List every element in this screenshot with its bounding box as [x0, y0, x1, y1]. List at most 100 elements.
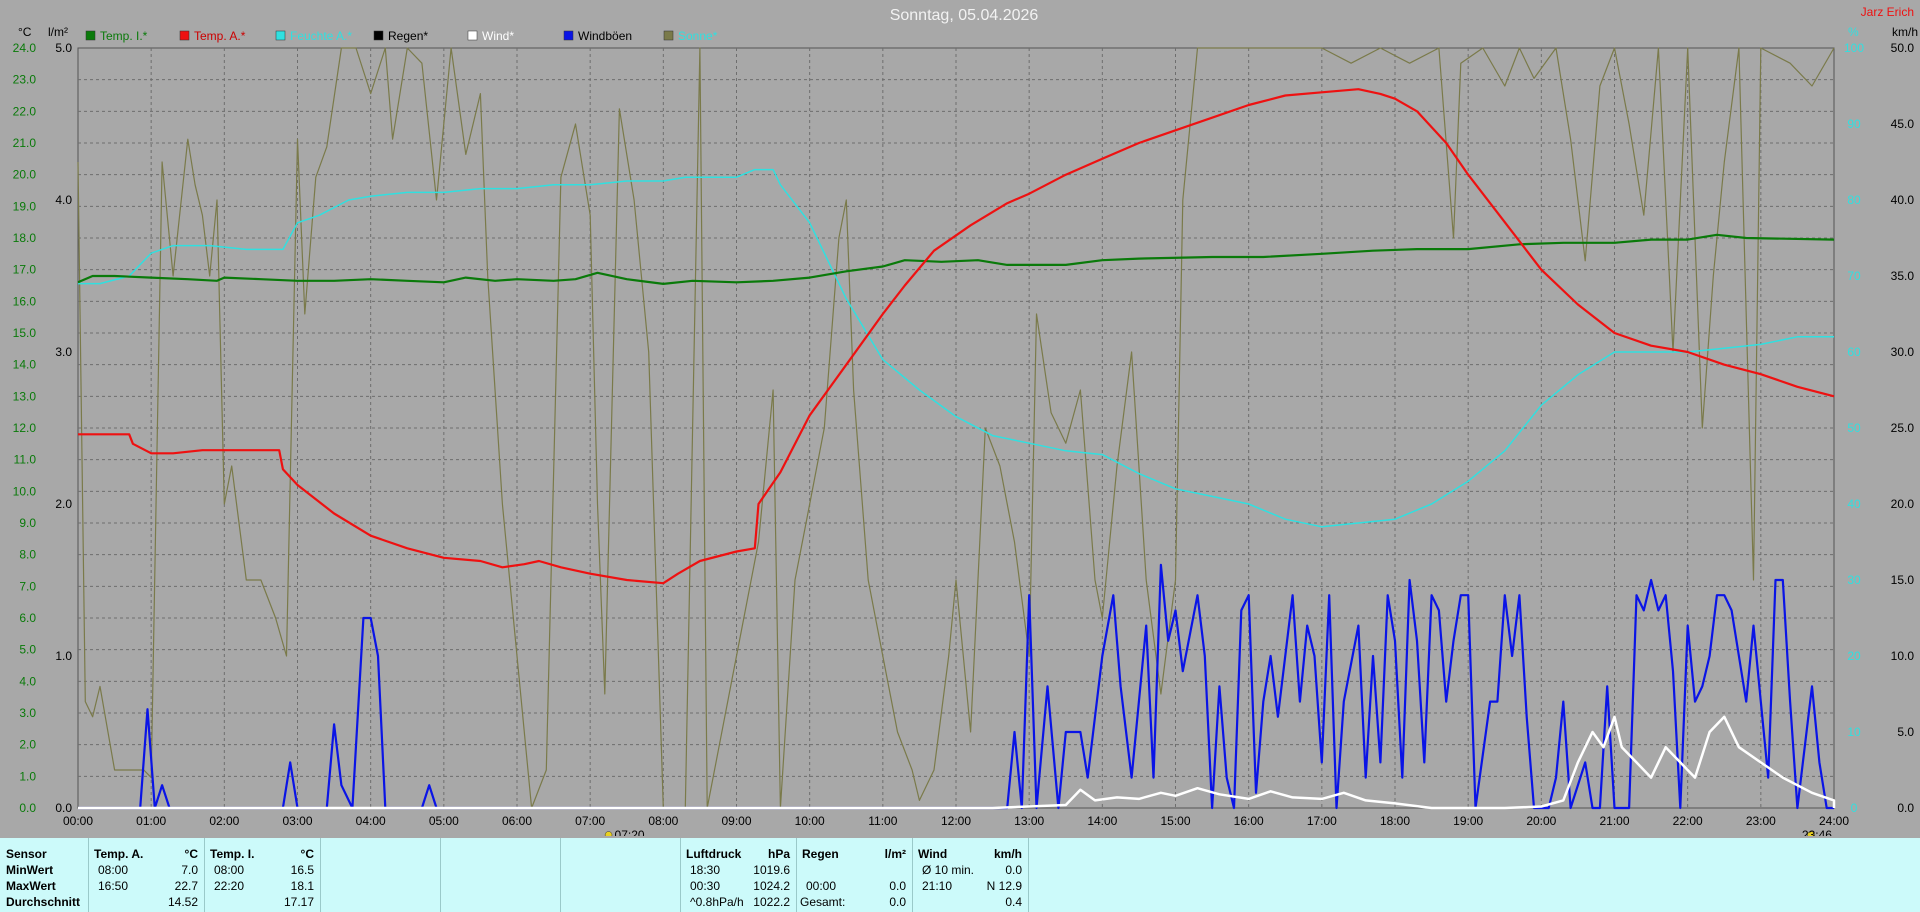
stats-time: Gesamt:: [800, 895, 846, 909]
x-tick-label: 18:00: [1380, 814, 1410, 828]
temp-tick-label: 7.0: [19, 579, 36, 593]
stats-empty-cell: [560, 838, 681, 912]
stats-value: N 12.9: [986, 879, 1022, 893]
stats-temp-a-cell: Temp. A. °C 08:00 7.0 16:50 22.7 14.52: [88, 838, 205, 912]
stats-wind-header: Wind km/h: [912, 846, 1028, 862]
stats-wind-min: Ø 10 min. 0.0: [912, 862, 1028, 878]
temp-tick-label: 5.0: [19, 643, 36, 657]
stats-sensor-cell: Sensor MinWert MaxWert Durchschnitt: [0, 838, 89, 912]
stats-value: 0.0: [889, 879, 906, 893]
x-tick-label: 17:00: [1307, 814, 1337, 828]
humidity-tick-label: 20: [1847, 649, 1861, 663]
stats-temp-a-max: 16:50 22.7: [88, 878, 204, 894]
wind-tick-label: 15.0: [1891, 573, 1915, 587]
stats-time: Ø 10 min.: [922, 863, 975, 877]
weather-chart: Sonntag, 05.04.2026 Jarz Erich °C l/m² %…: [0, 0, 1920, 836]
stats-value: 7.0: [181, 863, 198, 877]
stats-rain-title: Regen: [802, 847, 839, 861]
wind-tick-label: 40.0: [1891, 193, 1915, 207]
legend-swatch: [467, 30, 478, 41]
wind-tick-label: 25.0: [1891, 421, 1915, 435]
rain-tick-label: 0.0: [55, 801, 72, 815]
stats-value: 18.1: [290, 879, 314, 893]
stats-pressure-cell: Luftdruck hPa 18:30 1019.6 00:30 1024.2 ^0.…: [680, 838, 797, 912]
legend-label: Temp. A.*: [194, 29, 246, 43]
x-tick-label: 05:00: [429, 814, 459, 828]
legend-swatch: [275, 30, 286, 41]
legend-swatch: [373, 30, 384, 41]
x-tick-label: 03:00: [282, 814, 312, 828]
x-tick-label: 15:00: [1160, 814, 1190, 828]
x-tick-label: 21:00: [1599, 814, 1629, 828]
humidity-tick-label: 70: [1847, 269, 1861, 283]
legend-swatch: [563, 30, 574, 41]
humidity-tick-label: 100: [1844, 41, 1864, 55]
x-tick-label: 10:00: [795, 814, 825, 828]
stats-temp-a-avg: 14.52: [88, 894, 204, 910]
chart-title: Sonntag, 05.04.2026: [890, 7, 1039, 24]
x-tick-label: 16:00: [1234, 814, 1264, 828]
stats-value: 17.17: [283, 895, 314, 909]
stats-time: 22:20: [214, 879, 245, 893]
stats-rain-max: 00:00 0.0: [796, 878, 912, 894]
stats-table: Sensor MinWert MaxWert Durchschnitt Temp…: [0, 838, 1920, 912]
x-tick-label: 01:00: [136, 814, 166, 828]
x-tick-label: 22:00: [1673, 814, 1703, 828]
x-tick-label: 00:00: [63, 814, 93, 828]
temp-tick-label: 9.0: [19, 516, 36, 530]
rain-axis-unit: l/m²: [48, 25, 68, 39]
stats-temp-a-min: 08:00 7.0: [88, 862, 204, 878]
temp-tick-label: 24.0: [13, 41, 37, 55]
temp-tick-label: 6.0: [19, 611, 36, 625]
x-tick-label: 14:00: [1087, 814, 1117, 828]
temp-tick-label: 2.0: [19, 738, 36, 752]
stats-time: 00:30: [690, 879, 721, 893]
legend-swatch: [663, 30, 674, 41]
wind-tick-label: 35.0: [1891, 269, 1915, 283]
stats-empty-cell: [440, 838, 561, 912]
temp-tick-label: 0.0: [19, 801, 36, 815]
temp-tick-label: 12.0: [13, 421, 37, 435]
x-tick-label: 20:00: [1526, 814, 1556, 828]
legend-label: Regen*: [388, 29, 428, 43]
stats-temp-i-max: 22:20 18.1: [204, 878, 320, 894]
temp-tick-label: 10.0: [13, 484, 37, 498]
humidity-tick-label: 90: [1847, 117, 1861, 131]
wind-tick-label: 45.0: [1891, 117, 1915, 131]
wind-tick-label: 5.0: [1897, 725, 1914, 739]
stats-rain-unit: l/m²: [884, 847, 906, 861]
legend-label: Windböen: [578, 29, 632, 43]
temp-tick-label: 19.0: [13, 199, 37, 213]
legend-label: Wind*: [482, 29, 514, 43]
stats-time: 00:00: [806, 879, 837, 893]
rain-tick-label: 3.0: [55, 345, 72, 359]
temp-tick-label: 23.0: [13, 73, 37, 87]
stats-value: 1022.2: [753, 895, 790, 909]
temp-tick-label: 4.0: [19, 674, 36, 688]
stats-max-label: MaxWert: [6, 879, 56, 893]
stats-wind-unit: km/h: [993, 847, 1022, 861]
stats-time: 16:50: [98, 879, 129, 893]
sunset-time-label: 23:46: [1802, 828, 1832, 836]
humidity-tick-label: 50: [1847, 421, 1861, 435]
stats-pressure-title: Luftdruck: [686, 847, 742, 861]
wind-tick-label: 20.0: [1891, 497, 1915, 511]
x-tick-label: 23:00: [1746, 814, 1776, 828]
stats-value: 0.0: [889, 895, 906, 909]
rain-tick-label: 5.0: [55, 41, 72, 55]
stats-pressure-max: 00:30 1024.2: [680, 878, 796, 894]
stats-pressure-min: 18:30 1019.6: [680, 862, 796, 878]
stats-temp-a-header: Temp. A. °C: [88, 846, 204, 862]
stats-wind-avg: 0.4: [912, 894, 1028, 910]
stats-temp-i-title: Temp. I.: [210, 847, 255, 861]
x-tick-label: 11:00: [868, 814, 897, 828]
x-tick-label: 04:00: [356, 814, 386, 828]
x-tick-label: 09:00: [721, 814, 751, 828]
stats-empty-cell: [1028, 838, 1920, 912]
wind-tick-label: 0.0: [1897, 801, 1914, 815]
temp-tick-label: 15.0: [13, 326, 37, 340]
stats-temp-a-title: Temp. A.: [94, 847, 144, 861]
temp-tick-label: 1.0: [19, 769, 36, 783]
legend-swatch: [179, 30, 190, 41]
stats-time: 08:00: [98, 863, 129, 877]
